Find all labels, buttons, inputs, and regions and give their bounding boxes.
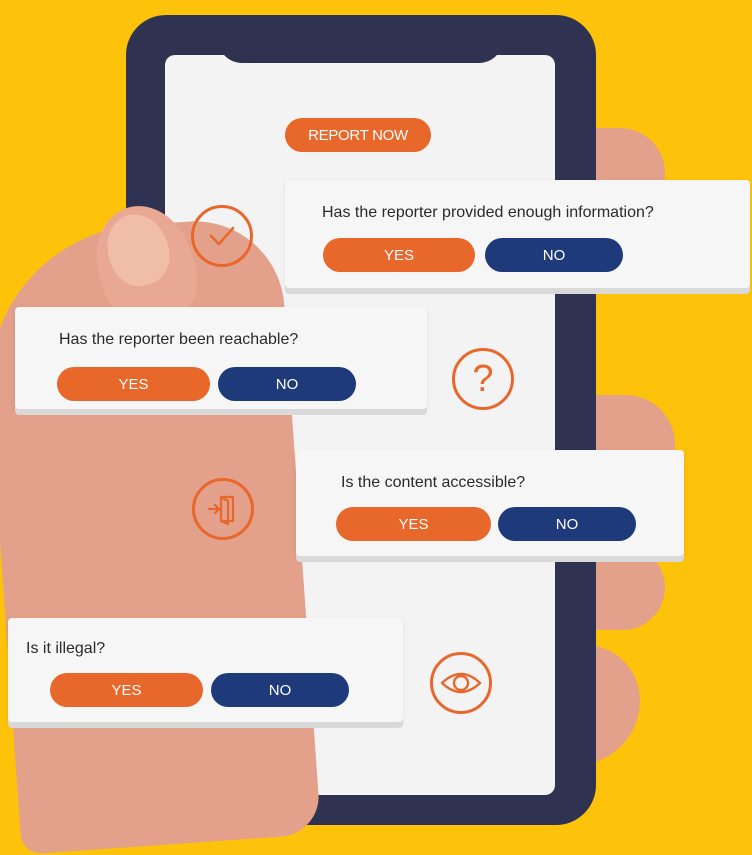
question-text: Has the reporter provided enough informa… (322, 204, 654, 221)
no-button[interactable]: NO (218, 367, 356, 401)
phone-notch (218, 15, 503, 63)
door-exit-icon (192, 478, 254, 540)
yes-button[interactable]: YES (57, 367, 210, 401)
question-icon: ? (452, 348, 514, 410)
question-text: Is the content accessible? (341, 474, 526, 491)
question-text: Has the reporter been reachable? (59, 331, 299, 348)
question-text: Is it illegal? (26, 640, 106, 657)
eye-icon (430, 652, 492, 714)
checkmark-icon (191, 205, 253, 267)
question-card: Has the reporter been reachable? YES NO (15, 307, 427, 409)
report-now-button[interactable]: REPORT NOW (285, 118, 431, 152)
yes-button[interactable]: YES (336, 507, 491, 541)
no-button[interactable]: NO (211, 673, 349, 707)
no-button[interactable]: NO (485, 238, 623, 272)
question-card: Has the reporter provided enough informa… (285, 180, 750, 288)
question-card: Is it illegal? YES NO (8, 618, 403, 722)
yes-button[interactable]: YES (323, 238, 475, 272)
question-card: Is the content accessible? YES NO (296, 450, 684, 556)
no-button[interactable]: NO (498, 507, 636, 541)
yes-button[interactable]: YES (50, 673, 203, 707)
